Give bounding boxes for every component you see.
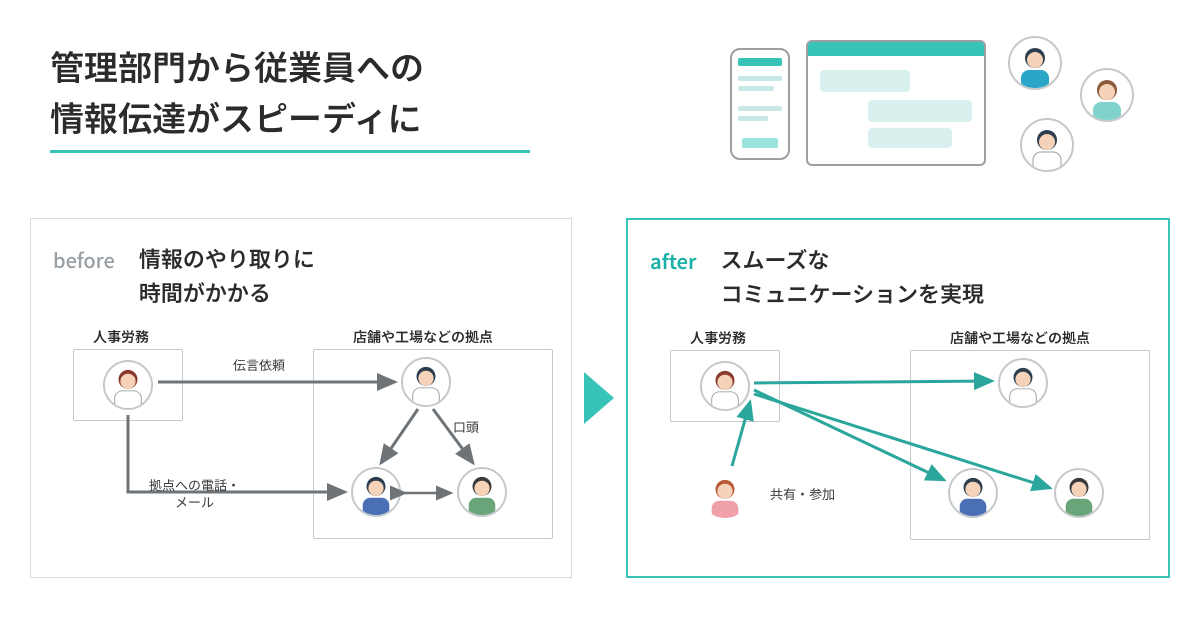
avatar-icon bbox=[1080, 68, 1134, 122]
avatar-leader bbox=[401, 357, 451, 407]
before-after-panels: before 情報のやり取りに 時間がかかる 人事労務 店舗や工場などの拠点 bbox=[30, 218, 1170, 578]
headline-block: 管理部門から従業員への 情報伝達がスピーディに bbox=[50, 40, 530, 153]
before-site-label: 店舗や工場などの拠点 bbox=[353, 327, 493, 347]
avatar-icon bbox=[1008, 36, 1062, 90]
avatar-extra bbox=[700, 468, 750, 518]
before-diagram: 人事労務 店舗や工場などの拠点 bbox=[53, 327, 549, 557]
browser-window-icon bbox=[806, 40, 986, 166]
before-badge: before bbox=[53, 241, 115, 274]
avatar-worker bbox=[351, 467, 401, 517]
headline-line2: 情報伝達がスピーディに bbox=[50, 91, 530, 142]
after-hr-label: 人事労務 bbox=[690, 328, 746, 348]
before-panel: before 情報のやり取りに 時間がかかる 人事労務 店舗や工場などの拠点 bbox=[30, 218, 572, 578]
before-header: before 情報のやり取りに 時間がかかる bbox=[53, 241, 549, 309]
avatar-hr bbox=[700, 361, 750, 411]
avatar-hr bbox=[103, 360, 153, 410]
avatar-icon bbox=[1020, 118, 1074, 172]
headline: 管理部門から従業員への 情報伝達がスピーディに bbox=[50, 40, 530, 142]
header: 管理部門から従業員への 情報伝達がスピーディに bbox=[30, 20, 1170, 190]
after-badge: after bbox=[650, 242, 696, 275]
hero-illustration bbox=[720, 40, 1150, 180]
avatar-worker bbox=[948, 468, 998, 518]
after-header: after スムーズな コミュニケーションを実現 bbox=[650, 242, 1146, 310]
before-edge-phone-mail: 拠点への電話・ メール bbox=[149, 477, 240, 511]
after-diagram: 人事労務 店舗や工場などの拠点 bbox=[650, 328, 1146, 558]
before-edge-request: 伝言依頼 bbox=[233, 357, 285, 374]
before-title: 情報のやり取りに 時間がかかる bbox=[139, 241, 315, 309]
avatar-worker bbox=[457, 467, 507, 517]
after-edge-share: 共有・参加 bbox=[770, 486, 835, 503]
before-hr-label: 人事労務 bbox=[93, 327, 149, 347]
headline-underline bbox=[50, 150, 530, 153]
phone-icon bbox=[730, 48, 790, 160]
arrow-triangle-icon bbox=[584, 372, 614, 424]
after-title: スムーズな コミュニケーションを実現 bbox=[720, 242, 984, 310]
before-edge-verbal: 口頭 bbox=[453, 419, 479, 436]
avatar-leader bbox=[998, 358, 1048, 408]
avatar-worker bbox=[1054, 468, 1104, 518]
headline-line1: 管理部門から従業員への bbox=[50, 40, 530, 91]
after-site-label: 店舗や工場などの拠点 bbox=[950, 328, 1090, 348]
after-panel: after スムーズな コミュニケーションを実現 人事労務 店舗や工場などの拠点 bbox=[626, 218, 1170, 578]
